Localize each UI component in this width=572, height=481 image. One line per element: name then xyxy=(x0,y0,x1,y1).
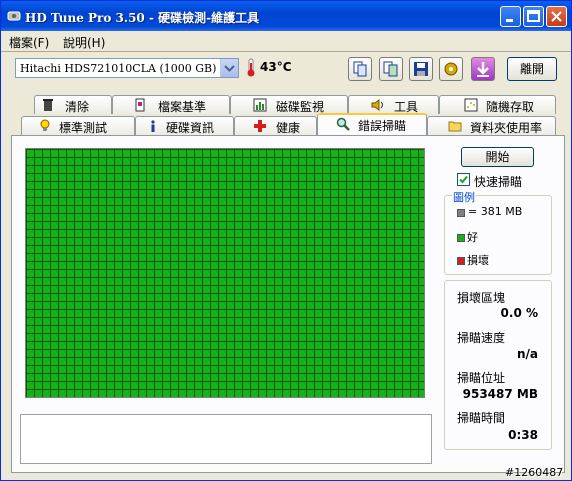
file-benchmark-icon xyxy=(135,98,145,112)
scan-position-label: 掃瞄位址 xyxy=(457,371,506,385)
lightbulb-icon xyxy=(40,119,50,131)
damaged-blocks-label: 損壞區塊 xyxy=(457,291,506,305)
info-icon xyxy=(151,120,155,132)
tab-label: 隨機存取 xyxy=(486,100,535,114)
legend-block-size: = 381 MB xyxy=(468,205,523,218)
tab-benchmark[interactable]: 標準測試 xyxy=(21,116,135,135)
menu-help[interactable]: 說明(H) xyxy=(63,34,105,51)
scan-speed-value: n/a xyxy=(516,347,538,361)
close-button[interactable] xyxy=(546,6,567,27)
close-icon xyxy=(551,11,562,22)
scan-position-value: 953487 MB xyxy=(462,387,538,401)
folder-icon xyxy=(448,121,462,132)
tab-label: 清除 xyxy=(65,100,90,114)
tab-label: 資料夾使用率 xyxy=(470,121,543,135)
drive-select[interactable]: Hitachi HDS721010CLA (1000 GB) xyxy=(15,58,239,78)
tab-erase[interactable]: 清除 xyxy=(34,95,112,114)
copy-text-button[interactable] xyxy=(348,57,372,81)
scan-time-value: 0:38 xyxy=(508,428,538,442)
scan-time-label: 掃瞄時間 xyxy=(457,411,506,425)
legend-bad-swatch xyxy=(457,257,465,265)
drive-select-value: Hitachi HDS721010CLA (1000 GB) xyxy=(20,62,217,75)
window-title: HD Tune Pro 3.50 - 硬碟檢測-維護工具 xyxy=(25,11,260,25)
app-icon xyxy=(7,11,21,21)
maximize-button[interactable] xyxy=(523,6,544,27)
tab-label: 磁碟監視 xyxy=(276,100,325,114)
save-button[interactable] xyxy=(409,57,433,81)
tab-label: 檔案基準 xyxy=(158,100,207,114)
scatter-chart-icon xyxy=(464,98,478,112)
options-button[interactable] xyxy=(439,57,463,81)
temperature-readout: 43°C xyxy=(260,60,292,74)
bar-chart-icon xyxy=(253,98,267,112)
tab-label: 健康 xyxy=(276,121,301,135)
scan-block-map xyxy=(25,148,425,398)
health-cross-icon xyxy=(254,120,266,132)
scan-message-box xyxy=(20,414,432,464)
menu-bar: 檔案(F) 說明(H) xyxy=(1,31,571,51)
quick-scan-checkbox[interactable] xyxy=(457,173,470,186)
start-button[interactable]: 開始 xyxy=(461,147,534,167)
copy-screen-button[interactable] xyxy=(379,57,403,81)
copy-text-icon xyxy=(353,61,367,77)
quick-scan-label[interactable]: 快速掃瞄 xyxy=(474,173,522,190)
tab-tools[interactable]: 工具 xyxy=(348,95,439,114)
legend-bad: 損壞 xyxy=(467,254,489,267)
tab-folder-usage[interactable]: 資料夾使用率 xyxy=(427,116,556,135)
tab-disk-monitor[interactable]: 磁碟監視 xyxy=(230,95,348,114)
legend-title: 圖例 xyxy=(452,189,476,205)
tab-health[interactable]: 健康 xyxy=(234,116,317,135)
trash-icon xyxy=(43,99,53,111)
minimize-button[interactable] xyxy=(500,6,521,27)
legend-good-swatch xyxy=(457,234,465,242)
magnifier-icon xyxy=(336,117,350,131)
tab-file-benchmark[interactable]: 檔案基準 xyxy=(112,95,230,114)
speaker-icon xyxy=(371,99,383,111)
maximize-icon xyxy=(527,10,540,22)
tab-label: 硬碟資訊 xyxy=(166,121,215,135)
options-icon xyxy=(444,62,458,76)
image-watermark: #1260487 xyxy=(505,466,564,479)
tab-label: 錯誤掃瞄 xyxy=(358,119,407,133)
minimize-icon xyxy=(506,19,513,22)
tab-random-access[interactable]: 隨機存取 xyxy=(439,95,556,114)
thermometer-icon xyxy=(247,58,255,77)
menu-file[interactable]: 檔案(F) xyxy=(9,34,49,51)
save-icon xyxy=(414,62,428,76)
download-icon xyxy=(477,62,489,77)
scan-speed-label: 掃瞄速度 xyxy=(457,331,506,345)
chevron-down-icon xyxy=(224,65,235,72)
legend-good: 好 xyxy=(467,231,478,244)
damaged-blocks-value: 0.0 % xyxy=(500,306,538,320)
title-bar[interactable]: HD Tune Pro 3.50 - 硬碟檢測-維護工具 xyxy=(1,1,571,31)
download-button[interactable] xyxy=(471,57,495,81)
copy-screen-icon xyxy=(383,61,398,77)
tab-label: 標準測試 xyxy=(59,121,108,135)
checkmark-icon xyxy=(459,175,468,184)
legend-block-swatch xyxy=(457,209,465,217)
app-window: HD Tune Pro 3.50 - 硬碟檢測-維護工具 檔案(F) 說明(H)… xyxy=(0,0,572,481)
tab-info[interactable]: 硬碟資訊 xyxy=(135,116,234,135)
exit-button[interactable]: 離開 xyxy=(507,57,557,81)
dropdown-button[interactable] xyxy=(220,59,238,77)
menu-divider xyxy=(1,51,571,52)
tab-error-scan[interactable]: 錯誤掃瞄 xyxy=(317,113,427,135)
